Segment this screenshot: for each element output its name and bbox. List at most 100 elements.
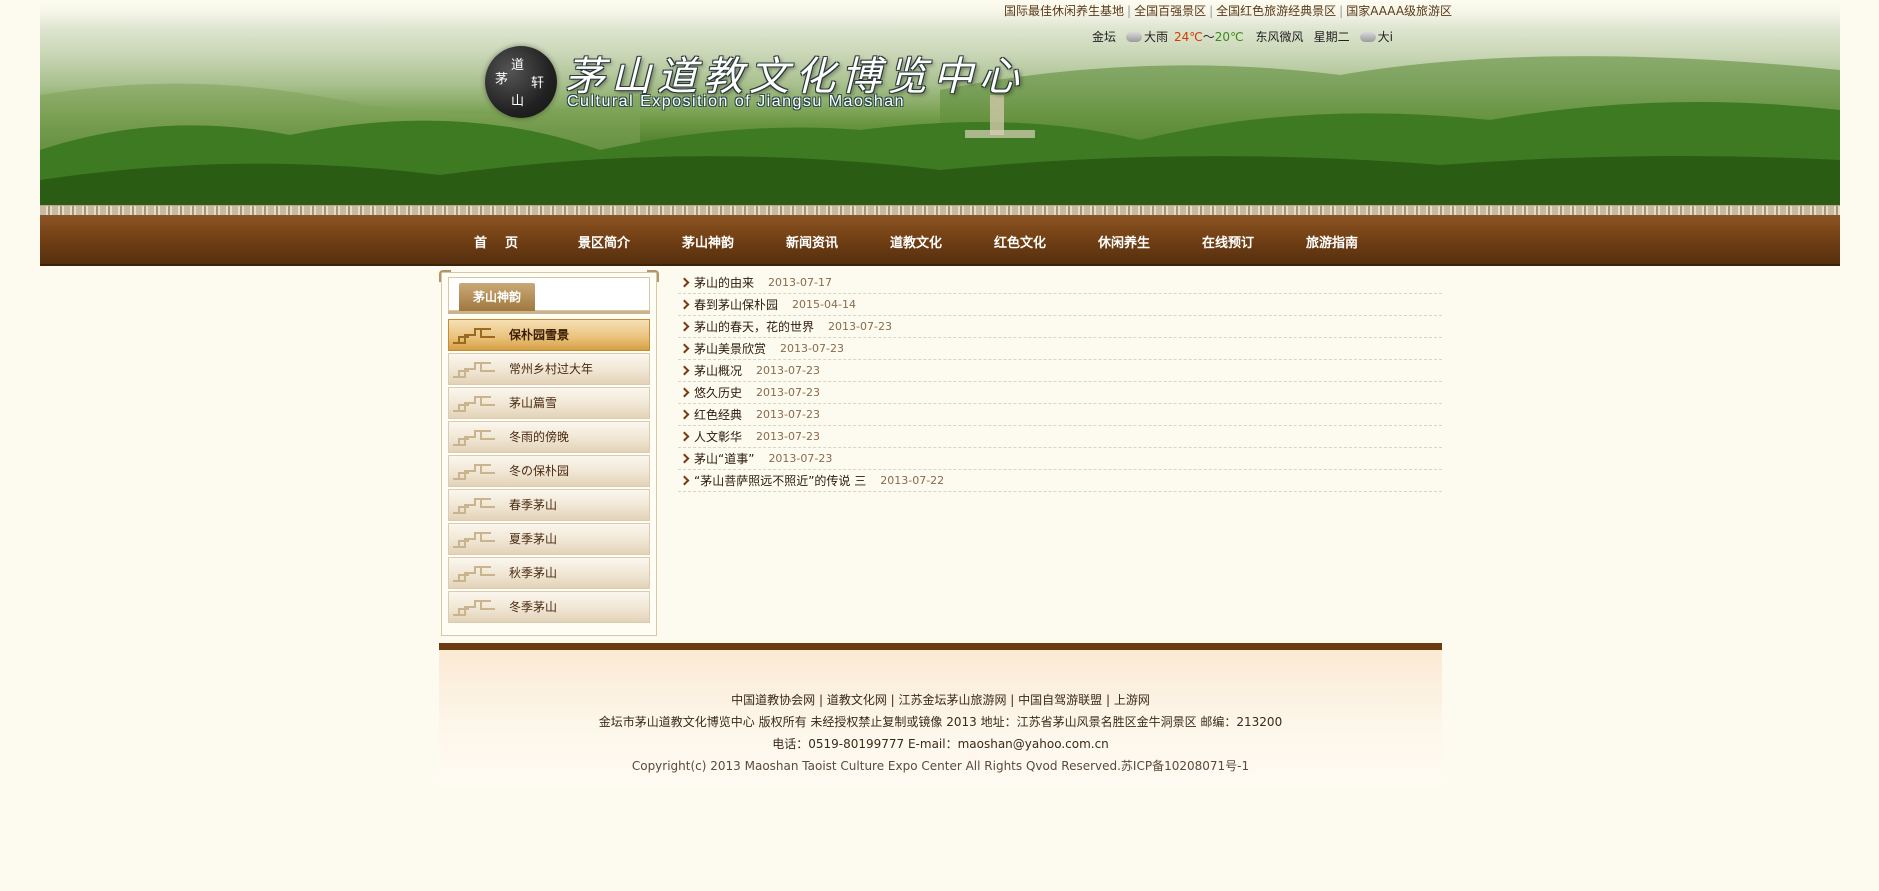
nav-item-home[interactable]: 首页 <box>463 232 567 251</box>
sidebar-item[interactable]: 冬の保朴园 <box>448 455 650 487</box>
article-title-link[interactable]: “茅山菩萨照远不照近”的传说 三 <box>694 472 866 489</box>
nav-item-news[interactable]: 新闻资讯 <box>775 232 879 251</box>
sidebar-item[interactable]: 常州乡村过大年 <box>448 353 650 385</box>
list-item: 茅山的由来 2013-07-17 <box>678 272 1442 294</box>
nav-item-guide[interactable]: 旅游指南 <box>1295 232 1399 251</box>
cloud-scroll-ornament-icon <box>453 498 495 514</box>
sidebar-item[interactable]: 秋季茅山 <box>448 557 650 589</box>
article-title-link[interactable]: 悠久历史 <box>694 384 742 401</box>
list-item: 红色经典 2013-07-23 <box>678 404 1442 426</box>
top-link[interactable]: 国际最佳休闲养生基地 <box>1004 4 1124 18</box>
site-logo-subtitle: Cultural Exposition of Jiangsu Maoshan <box>567 93 906 110</box>
article-date: 2013-07-23 <box>756 386 820 399</box>
weather-city: 金坛 <box>1092 30 1117 44</box>
article-date: 2013-07-23 <box>828 320 892 333</box>
seal-char: 道 <box>511 58 525 73</box>
article-title-link[interactable]: 茅山“道事” <box>694 450 754 467</box>
chevron-right-icon <box>679 475 690 486</box>
sidebar-list: 保朴园雪景常州乡村过大年 茅山篇雪冬雨的傍晚冬の保朴园春季茅山夏季茅山秋季茅山冬季… <box>448 319 650 625</box>
main-nav: 首页 景区简介 茅山神韵 新闻资讯 道教文化 红色文化 休闲养生 在线预订 旅游… <box>40 216 1840 266</box>
top-honor-links: 国际最佳休闲养生基地 | 全国百强景区 | 全国红色旅游经典景区 | 国家AAAA级旅游区 <box>1004 4 1453 18</box>
article-title-link[interactable]: 茅山的由来 <box>694 274 754 291</box>
weather-temp-high: 24℃ <box>1174 29 1203 44</box>
list-item: 悠久历史 2013-07-23 <box>678 382 1442 404</box>
sidebar-tab[interactable]: 茅山神韵 <box>459 283 535 311</box>
article-title-link[interactable]: 人文彰华 <box>694 428 742 445</box>
nav-item-leisure[interactable]: 休闲养生 <box>1087 232 1191 251</box>
list-item: 茅山的春天，花的世界 2013-07-23 <box>678 316 1442 338</box>
nav-item-taoism[interactable]: 道教文化 <box>879 232 983 251</box>
seal-char: 茅 <box>495 72 509 87</box>
article-date: 2013-07-23 <box>780 342 844 355</box>
article-date: 2013-07-17 <box>768 276 832 289</box>
cloud-scroll-ornament-icon <box>453 532 495 548</box>
footer-copyright-en: Copyright(c) 2013 Maoshan Taoist Culture… <box>631 759 1250 773</box>
cloud-scroll-ornament-icon <box>453 396 495 412</box>
mountain-landscape-image <box>40 56 1840 205</box>
article-title-link[interactable]: 茅山的春天，花的世界 <box>694 318 814 335</box>
sidebar-item-label: 冬雨的傍晚 <box>509 430 570 444</box>
sidebar-item[interactable]: 冬季茅山 <box>448 591 650 623</box>
sidebar-item[interactable]: 茅山篇雪 <box>448 387 650 419</box>
weather-next-condition: 大i <box>1377 30 1393 44</box>
weather-weekday: 星期二 <box>1313 30 1350 44</box>
article-date: 2013-07-22 <box>880 474 945 487</box>
sidebar-item-label: 冬の保朴园 <box>509 464 570 478</box>
article-list: 茅山的由来 2013-07-17 春到茅山保朴园 2015-04-14 茅山的春天，花的… <box>678 272 1442 492</box>
sidebar-item-label: 茅山篇雪 <box>509 396 558 410</box>
article-date: 2013-07-23 <box>756 430 820 443</box>
chevron-right-icon <box>679 431 690 442</box>
weather-widget: 金坛 大雨 24℃ ～ 20℃ 东风微风 星期二 大i <box>1092 28 1393 45</box>
list-item: 茅山概况 2013-07-23 <box>678 360 1442 382</box>
cloud-scroll-ornament-icon <box>453 566 495 582</box>
sidebar-item-label: 春季茅山 <box>509 498 558 512</box>
cloud-scroll-ornament-icon <box>453 328 495 344</box>
sidebar-item[interactable]: 冬雨的傍晚 <box>448 421 650 453</box>
rain-cloud-icon <box>1126 31 1143 42</box>
list-item: 春到茅山保朴园 2015-04-14 <box>678 294 1442 316</box>
list-item: 茅山“道事” 2013-07-23 <box>678 448 1442 470</box>
sidebar: 茅山神韵 保朴园雪景常州乡村过大年 茅山篇雪冬雨的傍晚冬の保朴园春季茅山夏季茅山秋… <box>439 270 659 636</box>
cloud-scroll-ornament-icon <box>453 430 495 446</box>
article-title-link[interactable]: 茅山美景欣赏 <box>694 340 766 357</box>
article-title-link[interactable]: 红色经典 <box>694 406 742 423</box>
sidebar-item-label: 夏季茅山 <box>509 532 558 546</box>
weather-condition: 大雨 <box>1144 30 1169 44</box>
article-title-link[interactable]: 春到茅山保朴园 <box>694 296 778 313</box>
footer-links[interactable]: 中国道教协会网 | 道教文化网 | 江苏金坛茅山旅游网 | 中国自驾游联盟 | … <box>439 691 1442 708</box>
list-item: 人文彰华 2013-07-23 <box>678 426 1442 448</box>
rain-cloud-icon <box>1359 31 1376 42</box>
article-date: 2013-07-23 <box>756 364 820 377</box>
seal-char: 轩 <box>531 76 545 91</box>
sidebar-item[interactable]: 夏季茅山 <box>448 523 650 555</box>
nav-item-charm[interactable]: 茅山神韵 <box>671 232 775 251</box>
top-link[interactable]: 国家AAAA级旅游区 <box>1346 4 1452 18</box>
sidebar-item-label: 常州乡村过大年 <box>509 362 594 376</box>
article-date: 2015-04-14 <box>792 298 856 311</box>
list-item: “茅山菩萨照远不照近”的传说 三 2013-07-22 <box>678 470 1442 492</box>
logo-seal-icon[interactable]: 茅 道 轩 山 <box>485 46 557 118</box>
nav-item-booking[interactable]: 在线预订 <box>1191 232 1295 251</box>
chevron-right-icon <box>679 387 690 398</box>
footer-contact: 电话：0519-80199777 E-mail：maoshan@yahoo.co… <box>772 737 1109 751</box>
sidebar-item[interactable]: 春季茅山 <box>448 489 650 521</box>
chevron-right-icon <box>679 299 690 310</box>
top-link[interactable]: 全国百强景区 <box>1134 4 1206 18</box>
chevron-right-icon <box>679 277 690 288</box>
sidebar-header: 茅山神韵 <box>448 277 650 311</box>
article-title-link[interactable]: 茅山概况 <box>694 362 742 379</box>
article-date: 2013-07-23 <box>756 408 820 421</box>
sidebar-item-label: 保朴园雪景 <box>509 328 570 342</box>
footer: 中国道教协会网 | 道教文化网 | 江苏金坛茅山旅游网 | 中国自驾游联盟 | … <box>439 643 1442 786</box>
weather-wind: 东风微风 <box>1255 30 1304 44</box>
sidebar-item[interactable]: 保朴园雪景 <box>448 319 650 351</box>
nav-item-red-culture[interactable]: 红色文化 <box>983 232 1087 251</box>
chevron-right-icon <box>679 453 690 464</box>
top-link[interactable]: 全国红色旅游经典景区 <box>1216 4 1336 18</box>
nav-item-intro[interactable]: 景区简介 <box>567 232 671 251</box>
sidebar-divider <box>448 311 650 314</box>
chevron-right-icon <box>679 321 690 332</box>
sidebar-item-label: 冬季茅山 <box>509 600 558 614</box>
weather-separator: ～ <box>1202 30 1215 44</box>
chevron-right-icon <box>679 409 690 420</box>
